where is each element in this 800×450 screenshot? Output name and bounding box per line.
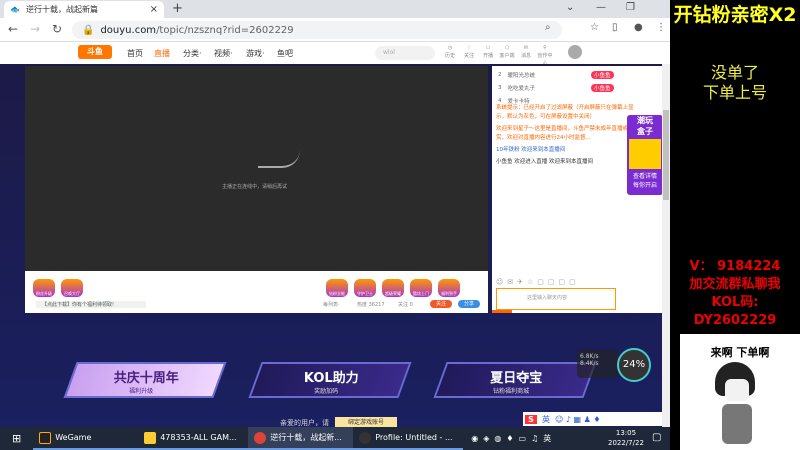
url-path: /topic/nzsznq?rid=2602229 (156, 24, 294, 36)
sidepanel-icon[interactable]: ▯ (612, 22, 618, 33)
nav-home[interactable]: 首页 (127, 48, 143, 59)
overlay-contact: V： 9184224 加交流群私聊我 KOL码: DY2602229 (689, 259, 781, 328)
gift-item[interactable]: 召唤大厅 (61, 279, 83, 297)
tray-language[interactable]: 英 (543, 433, 551, 444)
lock-icon: 🔒 (82, 24, 95, 36)
list-toggle[interactable]: 每列表· (323, 301, 340, 308)
follow-button[interactable]: ♡ 关注 (461, 44, 477, 60)
promo-box[interactable]: 潮玩 盒子 查看详情 每你开启 (627, 115, 663, 195)
taskbar: ⊞ WeGame 478353-ALL GAM... 逆行十载，战起新... P… (0, 427, 670, 450)
chat-input[interactable]: 这里输入聊天内容 (496, 288, 616, 310)
tab-search-icon[interactable]: ⌄ (566, 2, 574, 13)
url-input[interactable]: 🔒 douyu.com/topic/nzsznq?rid=2602229 (72, 21, 562, 39)
minimize-icon[interactable]: — (596, 2, 606, 13)
ime-toolbar[interactable]: S 英 ☺ ♪ ▦ ♟ ♦ (523, 412, 670, 426)
nav-category[interactable]: 分类· (183, 48, 202, 59)
chat-message: 系统提示：已经开启了过滤屏蔽（开启屏蔽只在弹幕上显示，默认为灰色，可在屏蔽设置中… (496, 105, 634, 120)
taskbar-item[interactable]: 478353-ALL GAM... (138, 427, 249, 450)
ticker-text[interactable]: 【点此下载】你有个福利待领取! (36, 301, 146, 308)
nav-yuba[interactable]: 鱼吧 (277, 48, 293, 59)
chat-message: 10年铁粉 欢迎来到本直播间 (496, 147, 566, 153)
rank-row: 3 吃吃爱丸子 小鱼鱼 (498, 84, 614, 92)
gift-item[interactable]: 福利到手 (438, 279, 460, 297)
chat-tools[interactable]: ☺✉✈☆▢▢▢▢ (496, 278, 580, 286)
follow-button[interactable]: 关注 (430, 300, 452, 308)
notification-icon[interactable]: ▢ (652, 432, 661, 443)
video-player[interactable] (25, 66, 488, 271)
gift-item[interactable]: 守护卫士 (354, 279, 376, 297)
gift-item[interactable]: 超级荣耀 (382, 279, 404, 297)
address-bar-row: ← → ↻ 🔒 douyu.com/topic/nzsznq?rid=260222… (0, 18, 670, 42)
gift-item[interactable]: 粉丝升级 (33, 279, 55, 297)
scrollbar-thumb[interactable] (663, 110, 669, 200)
banner-kol[interactable]: KOL助力 奖励加码 (248, 362, 412, 398)
site-search-input[interactable]: wlol (375, 46, 435, 60)
bookmark-star-icon[interactable]: ☆ (590, 22, 599, 33)
messages-button[interactable]: ✉ 消息 (518, 44, 534, 60)
bind-account-button[interactable]: 绑定游戏账号 (335, 417, 397, 427)
nav-video[interactable]: 视频· (214, 48, 233, 59)
chat-messages: 系统提示：已经开启了过滤屏蔽（开启屏蔽只在弹幕上显示，默认为灰色，可在屏蔽设置中… (496, 104, 634, 167)
menu-icon[interactable]: ⋮ (656, 22, 666, 33)
chat-message: 欢迎来到星子～这里是直播间，斗鱼严禁未成年直播或打赏，欢迎对直播内容进行24小时… (496, 126, 634, 141)
banner-tenth-anniversary[interactable]: 共庆十周年 福利升级 (63, 362, 227, 398)
browser-tab[interactable]: 🐟 逆行十载，战起新篇 × (4, 1, 164, 18)
rank-row: 2 暖阳光总统 小鱼鱼 (498, 71, 614, 79)
meme-caption: 来啊 下单啊 (710, 346, 770, 359)
chat-message: 小鱼鱼 欢迎进入直播 欢迎来到本直播间 (496, 159, 593, 165)
client-button[interactable]: ⬡ 客户端 (499, 44, 515, 60)
url-host: douyu.com (100, 24, 157, 36)
forward-icon[interactable]: → (30, 22, 40, 36)
follow-count: 关注 0 (398, 302, 413, 308)
reload-icon[interactable]: ↻ (52, 22, 62, 36)
favicon-icon: 🐟 (10, 5, 20, 14)
share-button[interactable]: 分享 (458, 300, 480, 308)
loading-text: 主播正在连线中，请稍后再试 (222, 184, 288, 190)
banner-summer[interactable]: 夏日夺宝 钻粉福利商城 (433, 362, 597, 398)
history-button[interactable]: ◷ 历史 (442, 44, 458, 60)
tab-title: 逆行十载，战起新篇 (25, 5, 98, 14)
user-avatar[interactable] (568, 45, 582, 59)
profile-icon[interactable]: ● (634, 22, 643, 33)
nav-games[interactable]: 游戏· (246, 48, 265, 59)
zoom-icon[interactable]: ⌕ (545, 22, 551, 33)
taskbar-item[interactable]: Profile: Untitled - ... (353, 427, 464, 450)
meme-body (722, 404, 752, 444)
meme-face (725, 379, 749, 401)
new-tab-button[interactable]: + (172, 1, 183, 16)
cpu-gauge: 24% (617, 348, 651, 382)
broadcast-button[interactable]: ▭ 开播 (480, 44, 496, 60)
taskbar-item[interactable]: 逆行十载，战起新... (248, 427, 354, 450)
taskbar-item[interactable]: WeGame (33, 427, 139, 450)
start-button[interactable]: ⊞ (0, 432, 33, 445)
send-bar (492, 310, 512, 313)
maximize-icon[interactable]: ❐ (626, 2, 635, 13)
taskbar-clock[interactable]: 13:05 2022/7/22 (608, 428, 644, 448)
back-icon[interactable]: ← (8, 22, 18, 36)
gift-item[interactable]: 酷炫上门 (410, 279, 432, 297)
close-tab-icon[interactable]: × (150, 4, 158, 15)
overlay-headline: 开钻粉亲密X2 (673, 4, 797, 26)
heat-count: 热度 36217 (357, 302, 385, 308)
overlay-status: 没单了 下单上号 (702, 63, 767, 102)
douyu-logo[interactable]: 斗鱼 (78, 45, 112, 59)
network-monitor: 6.8K/s 8.4K/s (577, 350, 619, 378)
gift-item[interactable]: 钻粉全能 (326, 279, 348, 297)
tray-icons[interactable]: ◉◈◍♦▭♫ (471, 434, 543, 443)
nav-live[interactable]: 直播 (154, 48, 170, 59)
